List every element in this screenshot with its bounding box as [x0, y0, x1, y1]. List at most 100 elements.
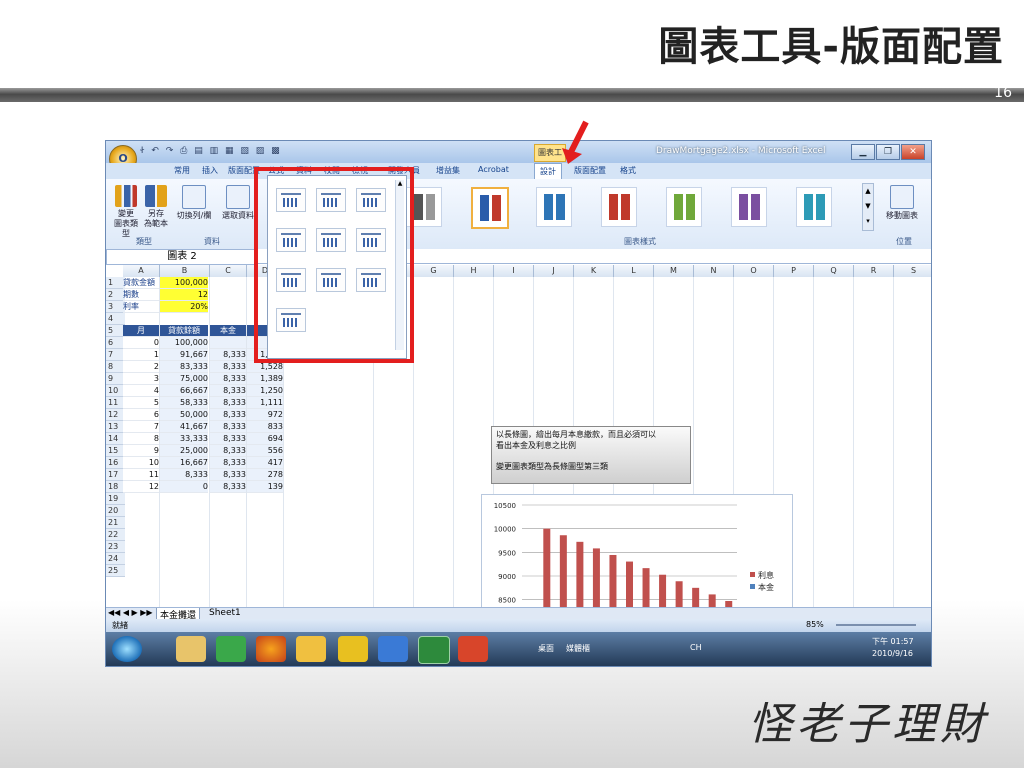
- save-as-template-button[interactable]: 另存 為範本: [142, 185, 170, 229]
- column-header-r[interactable]: R: [854, 265, 894, 277]
- cell[interactable]: 1,389: [247, 373, 283, 385]
- start-orb-icon[interactable]: [112, 636, 142, 662]
- name-box[interactable]: 圖表 2: [106, 249, 258, 265]
- app-icon[interactable]: [378, 636, 408, 662]
- cell[interactable]: 12: [160, 289, 208, 301]
- cell[interactable]: 41,667: [160, 421, 208, 433]
- cell[interactable]: 75,000: [160, 373, 208, 385]
- row-header-20[interactable]: 20: [106, 505, 125, 517]
- tab-insert[interactable]: 插入: [202, 165, 218, 176]
- cell[interactable]: 5: [123, 397, 159, 409]
- cell[interactable]: 8,333: [210, 349, 246, 361]
- cell[interactable]: 7: [123, 421, 159, 433]
- column-header-j[interactable]: J: [534, 265, 574, 277]
- chart-style-2[interactable]: [471, 187, 509, 229]
- cell[interactable]: 8,333: [210, 409, 246, 421]
- cell[interactable]: 833: [247, 421, 283, 433]
- column-header-i[interactable]: I: [494, 265, 534, 277]
- zoom-level[interactable]: 85%: [806, 620, 824, 629]
- cell[interactable]: 12: [123, 481, 159, 493]
- cell[interactable]: 8,333: [210, 373, 246, 385]
- cell[interactable]: 期數: [123, 289, 159, 301]
- close-button[interactable]: ✕: [901, 144, 925, 160]
- cell[interactable]: 貸款金額: [123, 277, 159, 289]
- cell[interactable]: 33,333: [160, 433, 208, 445]
- cell[interactable]: 10: [123, 457, 159, 469]
- sheet-nav-arrows[interactable]: ◀◀ ◀ ▶ ▶▶: [108, 608, 153, 617]
- cell[interactable]: 50,000: [160, 409, 208, 421]
- column-header-n[interactable]: N: [694, 265, 734, 277]
- cell[interactable]: 8,333: [210, 445, 246, 457]
- chart-style-3[interactable]: [536, 187, 572, 227]
- tab-format[interactable]: 格式: [620, 165, 636, 176]
- cell[interactable]: [210, 337, 246, 349]
- cell[interactable]: 本金: [210, 325, 246, 337]
- firefox-icon[interactable]: [256, 636, 286, 662]
- messenger-icon[interactable]: [216, 636, 246, 662]
- styles-scroll-arrows[interactable]: ▲ ▼ ▾: [862, 183, 874, 231]
- cell[interactable]: 100,000: [160, 277, 208, 289]
- cell[interactable]: 8,333: [210, 397, 246, 409]
- row-header-21[interactable]: 21: [106, 517, 125, 529]
- cell[interactable]: 139: [247, 481, 283, 493]
- cell[interactable]: 694: [247, 433, 283, 445]
- column-header-q[interactable]: Q: [814, 265, 854, 277]
- cell[interactable]: 16,667: [160, 457, 208, 469]
- column-header-h[interactable]: H: [454, 265, 494, 277]
- desktop-label[interactable]: 桌面: [538, 643, 554, 654]
- row-header-24[interactable]: 24: [106, 553, 125, 565]
- column-header-a[interactable]: A: [123, 265, 160, 277]
- column-header-k[interactable]: K: [574, 265, 614, 277]
- tab-chart-layout[interactable]: 版面配置: [574, 165, 606, 176]
- row-header-23[interactable]: 23: [106, 541, 125, 553]
- column-header-o[interactable]: O: [734, 265, 774, 277]
- column-header-b[interactable]: B: [160, 265, 210, 277]
- cell[interactable]: 0: [123, 337, 159, 349]
- folder-label[interactable]: 媒體櫃: [566, 643, 590, 654]
- cell[interactable]: 8: [123, 433, 159, 445]
- column-header-p[interactable]: P: [774, 265, 814, 277]
- cell[interactable]: 1,250: [247, 385, 283, 397]
- switch-row-column-button[interactable]: 切換列/欄: [172, 185, 216, 221]
- cell[interactable]: 83,333: [160, 361, 208, 373]
- cell[interactable]: 100,000: [160, 337, 208, 349]
- cell[interactable]: 8,333: [210, 481, 246, 493]
- row-header-25[interactable]: 25: [106, 565, 125, 577]
- column-header-g[interactable]: G: [414, 265, 454, 277]
- move-chart-button[interactable]: 移動圖表: [882, 185, 922, 221]
- cell[interactable]: 1: [123, 349, 159, 361]
- cell[interactable]: 58,333: [160, 397, 208, 409]
- cell[interactable]: 8,333: [210, 421, 246, 433]
- excel-taskbar-icon[interactable]: [418, 636, 450, 664]
- sheet-tab-2[interactable]: Sheet1: [206, 608, 244, 618]
- cell[interactable]: 8,333: [210, 361, 246, 373]
- chart-style-4[interactable]: [601, 187, 637, 227]
- cell[interactable]: 11: [123, 469, 159, 481]
- select-data-button[interactable]: 選取資料: [218, 185, 258, 221]
- column-header-c[interactable]: C: [210, 265, 247, 277]
- tab-acrobat[interactable]: Acrobat: [478, 165, 509, 174]
- column-header-l[interactable]: L: [614, 265, 654, 277]
- cell[interactable]: 20%: [160, 301, 208, 313]
- cell[interactable]: 278: [247, 469, 283, 481]
- cell[interactable]: 月: [123, 325, 159, 337]
- cell[interactable]: 8,333: [210, 433, 246, 445]
- chart-style-5[interactable]: [666, 187, 702, 227]
- cell[interactable]: 556: [247, 445, 283, 457]
- cell[interactable]: 8,333: [210, 385, 246, 397]
- cell[interactable]: 972: [247, 409, 283, 421]
- photo-icon[interactable]: [296, 636, 326, 662]
- chart-style-7[interactable]: [796, 187, 832, 227]
- cell[interactable]: 9: [123, 445, 159, 457]
- chart-style-6[interactable]: [731, 187, 767, 227]
- cell[interactable]: 2: [123, 361, 159, 373]
- column-header-m[interactable]: M: [654, 265, 694, 277]
- powerpoint-taskbar-icon[interactable]: [458, 636, 488, 662]
- yahoo-messenger-icon[interactable]: [338, 636, 368, 662]
- cell[interactable]: 8,333: [160, 469, 208, 481]
- cell[interactable]: 貸款餘額: [160, 325, 208, 337]
- cell[interactable]: 1,111: [247, 397, 283, 409]
- row-header-22[interactable]: 22: [106, 529, 125, 541]
- cell[interactable]: 4: [123, 385, 159, 397]
- cell[interactable]: 8,333: [210, 457, 246, 469]
